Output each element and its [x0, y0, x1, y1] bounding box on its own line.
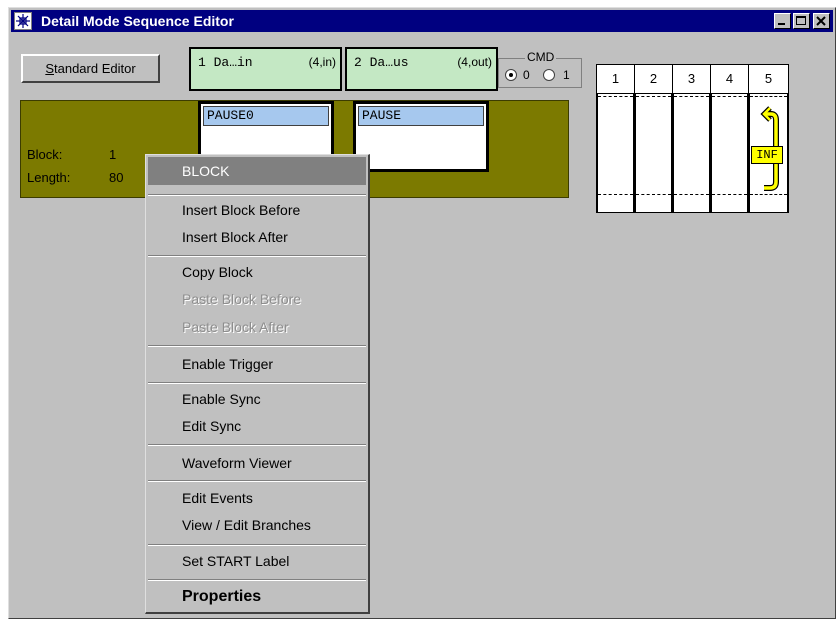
- grid-column-5[interactable]: INF: [748, 94, 789, 213]
- block-label: Block:: [27, 147, 63, 162]
- length-label: Length:: [27, 170, 71, 185]
- close-button[interactable]: [813, 13, 830, 29]
- standard-editor-mnemonic: S: [45, 61, 54, 76]
- menu-separator: [148, 480, 366, 482]
- menu-item-waveform-viewer[interactable]: Waveform Viewer: [148, 451, 366, 475]
- menu-item-copy-block[interactable]: Copy Block: [148, 260, 366, 284]
- menu-item-paste-block-before: Paste Block Before: [182, 291, 302, 307]
- menu-item-enable-trigger[interactable]: Enable Trigger: [148, 352, 366, 376]
- cmd-radio-1-label[interactable]: 1: [563, 68, 570, 82]
- menu-item-properties[interactable]: Properties: [148, 585, 366, 609]
- menu-item-edit-events[interactable]: Edit Events: [148, 486, 366, 510]
- menu-item-edit-sync[interactable]: Edit Sync: [148, 414, 366, 438]
- block-context-menu: BLOCK Insert Block Before Insert Block A…: [145, 154, 370, 614]
- app-icon[interactable]: [14, 12, 32, 30]
- maximize-button[interactable]: [793, 13, 810, 29]
- menu-separator: [148, 255, 366, 257]
- cmd-legend: CMD: [525, 50, 557, 64]
- menu-header-block: BLOCK: [148, 157, 366, 185]
- app-window: Detail Mode Sequence Editor Standard Edi…: [8, 7, 836, 619]
- title-bar[interactable]: Detail Mode Sequence Editor: [11, 10, 833, 32]
- grid-column-1[interactable]: [596, 94, 635, 213]
- menu-separator: [148, 345, 366, 347]
- card-title: PAUSE0: [203, 106, 329, 126]
- grid-header-3[interactable]: 3: [672, 64, 711, 94]
- cmd-radio-0-label[interactable]: 0: [523, 68, 530, 82]
- channel-name: 2 Da…us: [354, 55, 409, 70]
- editor-client-area: Standard Editor 1 Da…in (4,in) 2 Da…us (…: [11, 34, 833, 616]
- window-title: Detail Mode Sequence Editor: [41, 13, 234, 29]
- loop-inf-label: INF: [751, 146, 783, 164]
- menu-item-insert-block-after[interactable]: Insert Block After: [148, 225, 366, 249]
- card-title: PAUSE: [358, 106, 484, 126]
- cmd-radio-0[interactable]: [505, 69, 517, 81]
- grid-column-4[interactable]: [710, 94, 749, 213]
- menu-separator: [148, 579, 366, 581]
- cmd-radio-1[interactable]: [543, 69, 555, 81]
- minimize-icon: [778, 23, 785, 25]
- channel-name: 1 Da…in: [198, 55, 253, 70]
- channel-io: (4,out): [457, 55, 492, 69]
- grid-header-5[interactable]: 5: [748, 64, 789, 94]
- standard-editor-label: tandard Editor: [54, 61, 136, 76]
- block-value: 1: [109, 147, 117, 162]
- minimize-button[interactable]: [774, 13, 791, 29]
- menu-item-enable-sync[interactable]: Enable Sync: [148, 387, 366, 411]
- sequence-card-2[interactable]: PAUSE: [353, 101, 489, 172]
- cmd-radio-group: CMD 0 1: [498, 50, 582, 88]
- menu-separator: [148, 444, 366, 446]
- menu-item-insert-block-before[interactable]: Insert Block Before: [148, 198, 366, 222]
- grid-header-1[interactable]: 1: [596, 64, 635, 94]
- menu-separator: [148, 544, 366, 546]
- menu-item-view-edit-branches[interactable]: View / Edit Branches: [148, 513, 366, 537]
- grid-header-2[interactable]: 2: [634, 64, 673, 94]
- grid-column-2[interactable]: [634, 94, 673, 213]
- menu-separator: [148, 382, 366, 384]
- channel-box-1[interactable]: 1 Da…in (4,in): [189, 47, 342, 91]
- close-icon: [816, 16, 826, 26]
- channel-io: (4,in): [308, 55, 336, 69]
- channel-box-2[interactable]: 2 Da…us (4,out): [345, 47, 498, 91]
- maximize-icon: [796, 16, 806, 25]
- grid-header-4[interactable]: 4: [710, 64, 749, 94]
- grid-column-3[interactable]: [672, 94, 711, 213]
- menu-item-set-start-label[interactable]: Set START Label: [148, 549, 366, 573]
- menu-separator: [148, 194, 366, 196]
- standard-editor-button[interactable]: Standard Editor: [21, 54, 160, 83]
- length-value: 80: [109, 170, 124, 185]
- menu-item-paste-block-after: Paste Block After: [182, 319, 289, 335]
- track-grid: 1 2 3 4 5 INF: [596, 64, 789, 213]
